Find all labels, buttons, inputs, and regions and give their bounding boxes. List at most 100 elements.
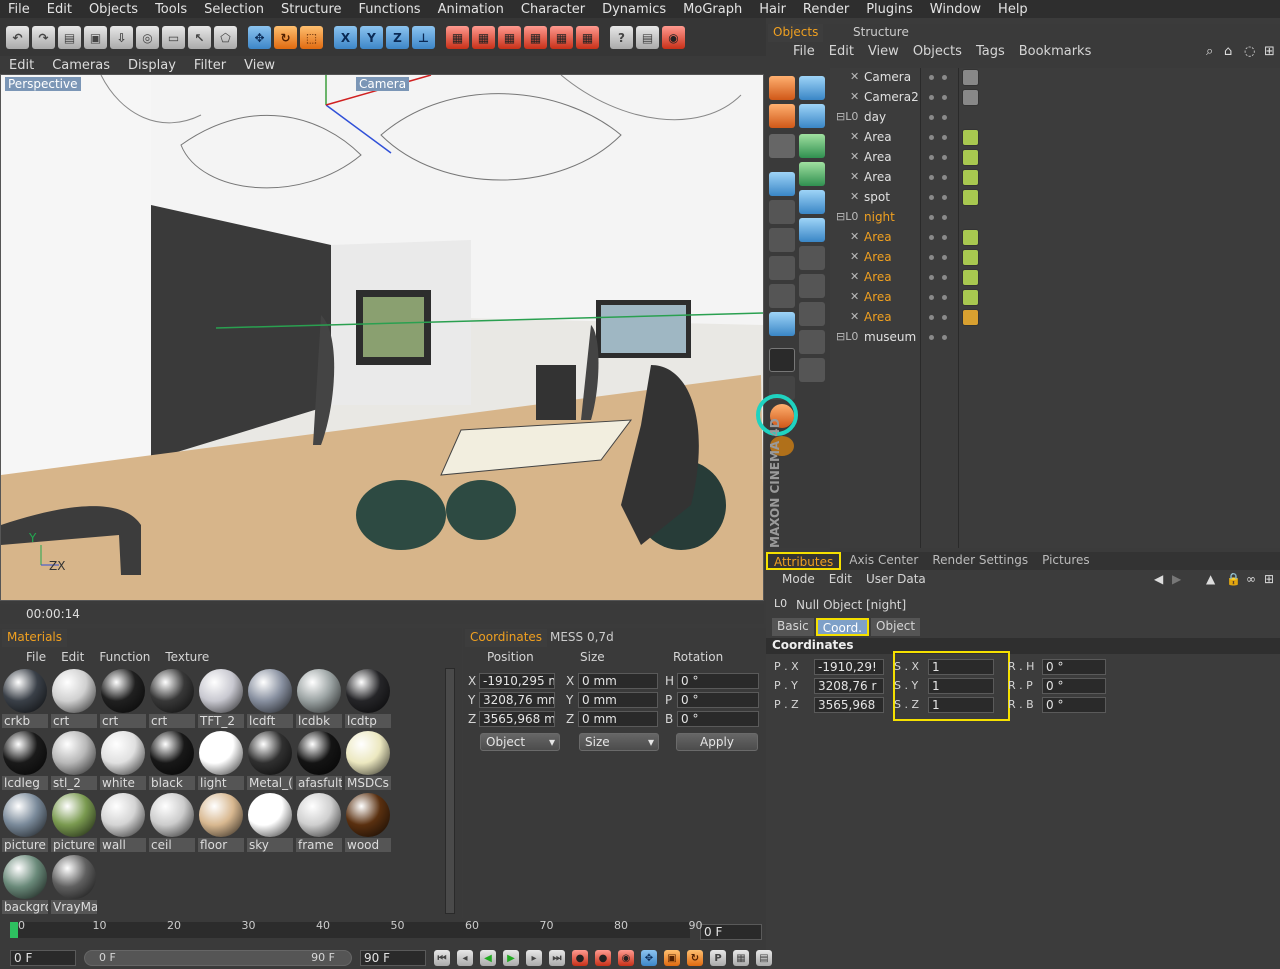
- editor-visibility-dot[interactable]: [929, 295, 934, 300]
- editor-visibility-dot[interactable]: [929, 115, 934, 120]
- render-visibility-dot[interactable]: [942, 135, 947, 140]
- hair-icon[interactable]: [799, 246, 825, 270]
- model-mode-icon[interactable]: [769, 312, 795, 336]
- axis-tool-icon[interactable]: [769, 172, 795, 196]
- render-region-icon[interactable]: ▣: [84, 26, 107, 49]
- scale-tool-icon[interactable]: ⬚: [300, 26, 323, 49]
- attributes-subtab-basic[interactable]: Basic: [772, 618, 814, 636]
- render-visibility-dot[interactable]: [942, 195, 947, 200]
- particles-icon[interactable]: [799, 190, 825, 214]
- render-visibility-dot[interactable]: [942, 235, 947, 240]
- viewport-menu-filter[interactable]: Filter: [185, 58, 235, 73]
- render-visibility-dot[interactable]: [942, 255, 947, 260]
- material-swatch[interactable]: crt: [100, 668, 146, 728]
- undo-icon[interactable]: ↶: [6, 26, 29, 49]
- prev-frame-icon[interactable]: ◂: [457, 950, 473, 966]
- record-icon[interactable]: ●: [572, 950, 588, 966]
- menu-functions[interactable]: Functions: [351, 2, 430, 17]
- material-swatch[interactable]: frame: [296, 792, 342, 852]
- mesh-icon[interactable]: [769, 134, 795, 158]
- new-window-icon[interactable]: ⊞: [1264, 572, 1274, 586]
- rotation-field[interactable]: 0 °: [677, 673, 759, 689]
- key-icon[interactable]: ◉: [618, 950, 634, 966]
- lasso-select-icon[interactable]: ↖: [188, 26, 211, 49]
- new-window-icon[interactable]: ⊞: [1264, 44, 1275, 59]
- viewport-perspective[interactable]: Perspective Camera Y ZX: [0, 74, 764, 601]
- viewport-menu-cameras[interactable]: Cameras: [43, 58, 119, 73]
- menu-edit[interactable]: Edit: [39, 2, 81, 17]
- paint-icon[interactable]: [799, 274, 825, 298]
- editor-visibility-dot[interactable]: [929, 135, 934, 140]
- object-row[interactable]: ✕ Camera: [832, 68, 1278, 88]
- menu-structure[interactable]: Structure: [273, 2, 350, 17]
- editor-visibility-dot[interactable]: [929, 175, 934, 180]
- object-row[interactable]: ⊟L0 night: [832, 208, 1278, 228]
- materials-menu-function[interactable]: Function: [93, 650, 159, 664]
- object-row[interactable]: ✕ spot: [832, 188, 1278, 208]
- array-icon[interactable]: [799, 134, 825, 158]
- structure-tab[interactable]: Structure: [848, 24, 914, 42]
- attributes-tab-attributes[interactable]: Attributes: [766, 552, 842, 570]
- menu-help[interactable]: Help: [990, 2, 1037, 17]
- objects-menu-edit[interactable]: Edit: [822, 44, 861, 59]
- editor-visibility-dot[interactable]: [929, 275, 934, 280]
- rotation-param-field[interactable]: 0 °: [1042, 697, 1106, 713]
- scene-icon[interactable]: [769, 76, 795, 100]
- material-swatch[interactable]: TFT_2: [198, 668, 244, 728]
- object-row[interactable]: ✕ Area: [832, 288, 1278, 308]
- object-row[interactable]: ✕ Area: [832, 308, 1278, 328]
- playhead[interactable]: [10, 922, 18, 938]
- render-settings-icon[interactable]: ▦: [524, 26, 547, 49]
- object-row[interactable]: ⊟L0 museum: [832, 328, 1278, 348]
- editor-visibility-dot[interactable]: [929, 95, 934, 100]
- objects-menu-objects[interactable]: Objects: [906, 44, 969, 59]
- object-tag-icon[interactable]: [962, 189, 979, 206]
- object-tag-icon[interactable]: [962, 249, 979, 266]
- render-view-icon[interactable]: ▦: [446, 26, 469, 49]
- object-row[interactable]: ✕ Area: [832, 128, 1278, 148]
- auto-key-icon[interactable]: ●: [595, 950, 611, 966]
- end-frame-field[interactable]: 90 F: [360, 950, 426, 966]
- menu-window[interactable]: Window: [922, 2, 990, 17]
- object-row[interactable]: ⊟L0 day: [832, 108, 1278, 128]
- scale-param-field[interactable]: 1: [928, 697, 994, 713]
- position-param-field[interactable]: -1910,29!: [814, 659, 884, 675]
- edges-mode-icon[interactable]: [769, 228, 795, 252]
- menu-file[interactable]: File: [0, 2, 39, 17]
- material-swatch[interactable]: lcdbk: [296, 668, 342, 728]
- material-swatch[interactable]: stl_2: [51, 730, 97, 790]
- menu-objects[interactable]: Objects: [81, 2, 147, 17]
- object-tag-icon[interactable]: [962, 69, 979, 86]
- cinema-logo-icon[interactable]: ◉: [662, 26, 685, 49]
- rotate-tool-icon[interactable]: ↻: [274, 26, 297, 49]
- editor-visibility-dot[interactable]: [929, 235, 934, 240]
- render-visibility-dot[interactable]: [942, 275, 947, 280]
- object-row[interactable]: ✕ Area: [832, 168, 1278, 188]
- position-field[interactable]: -1910,295 m: [479, 673, 555, 689]
- attributes-subtab-object[interactable]: Object: [871, 618, 921, 636]
- object-tag-icon[interactable]: [962, 269, 979, 286]
- object-tag-icon[interactable]: [962, 289, 979, 306]
- size-field[interactable]: 0 mm: [578, 711, 658, 727]
- scale-param-field[interactable]: 1: [928, 659, 994, 675]
- viewport-menu-display[interactable]: Display: [119, 58, 185, 73]
- attributes-subtab-coord[interactable]: Coord.: [815, 618, 869, 636]
- materials-tab[interactable]: Materials: [2, 629, 68, 647]
- material-swatch[interactable]: backgro: [2, 854, 48, 914]
- light-obj-icon[interactable]: [799, 218, 825, 242]
- goto-end-icon[interactable]: ⏭: [549, 950, 565, 966]
- material-swatch[interactable]: wood: [345, 792, 391, 852]
- object-tag-icon[interactable]: [962, 309, 979, 326]
- materials-menu-texture[interactable]: Texture: [159, 650, 218, 664]
- editor-visibility-dot[interactable]: [929, 195, 934, 200]
- menu-animation[interactable]: Animation: [430, 2, 513, 17]
- objects-tab[interactable]: Objects: [768, 24, 824, 42]
- render-queue-icon[interactable]: ▦: [550, 26, 573, 49]
- camera-obj-icon[interactable]: [799, 302, 825, 326]
- axis-z-button[interactable]: Z: [386, 26, 409, 49]
- objects-menu-tags[interactable]: Tags: [969, 44, 1012, 59]
- rotation-param-field[interactable]: 0 °: [1042, 659, 1106, 675]
- material-swatch[interactable]: lcdft: [247, 668, 293, 728]
- texture-mode-icon[interactable]: [769, 284, 795, 308]
- attributes-tab-pictures[interactable]: Pictures: [1036, 552, 1096, 570]
